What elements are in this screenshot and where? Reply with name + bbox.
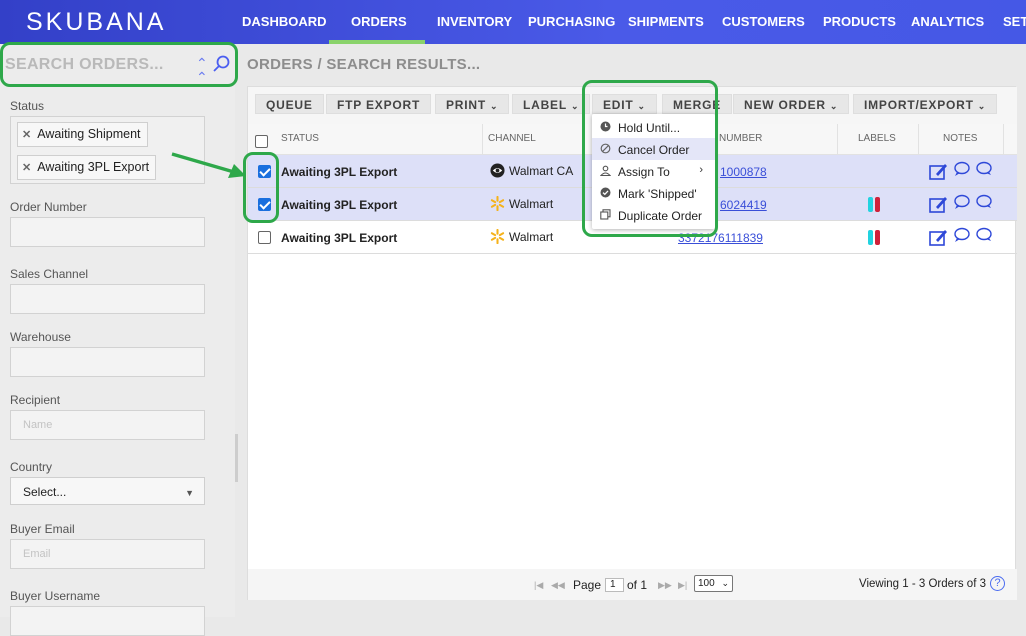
breadcrumb: ORDERS / SEARCH RESULTS... — [247, 56, 481, 73]
walmart-spark-icon — [490, 196, 505, 211]
recipient-label: Recipient — [10, 393, 61, 407]
status-label: Status — [10, 99, 45, 113]
skubana-logo[interactable]: SKUBANA — [26, 8, 166, 37]
order-channel: Walmart — [490, 196, 553, 211]
per-page-select[interactable]: 100 ⌄ — [694, 575, 733, 592]
pagination-bar: |◀ ◀◀ Page 1 of 1 ▶▶ ▶| 100 ⌄ Viewing 1 -… — [248, 569, 1017, 600]
prev-page-icon[interactable]: ◀◀ — [551, 580, 565, 591]
edit-menu-highlight-box — [582, 80, 718, 237]
remove-tag-icon[interactable]: ✕ — [22, 129, 31, 141]
page-input[interactable]: 1 — [605, 578, 624, 592]
order-channel: Walmart CA — [490, 163, 573, 178]
recipient-field[interactable]: Name — [10, 410, 205, 440]
chevron-down-icon: ⌄ — [977, 101, 987, 111]
buyer-username-label: Buyer Username — [10, 589, 101, 603]
last-page-icon[interactable]: ▶| — [678, 580, 687, 591]
nav-shipments[interactable]: SHIPMENTS — [628, 14, 704, 29]
nav-products[interactable]: PRODUCTS — [823, 14, 896, 29]
select-all-checkbox[interactable] — [255, 135, 268, 148]
page-label: Page — [573, 578, 602, 592]
active-tab-underline — [329, 40, 425, 44]
nav-inventory[interactable]: INVENTORY — [437, 14, 512, 29]
walmart-ca-icon — [490, 163, 505, 178]
col-labels[interactable]: LABELS — [858, 133, 896, 144]
top-nav: SKUBANA DASHBOARD ORDERS INVENTORY PURCH… — [0, 0, 1026, 44]
order-number-link[interactable]: 6024419 — [720, 198, 767, 212]
order-labels[interactable] — [868, 197, 882, 212]
row-checkbox[interactable] — [258, 231, 271, 244]
annotation-arrow-icon — [171, 152, 246, 178]
col-notes[interactable]: NOTES — [943, 133, 977, 144]
notes-icons[interactable] — [929, 161, 999, 181]
help-icon[interactable]: ? — [990, 576, 1005, 591]
print-button[interactable]: PRINT ⌄ — [435, 94, 510, 114]
buyer-email-label: Buyer Email — [10, 522, 75, 536]
sales-channel-label: Sales Channel — [10, 267, 89, 281]
col-status[interactable]: STATUS — [281, 133, 319, 144]
remove-tag-icon[interactable]: ✕ — [22, 162, 31, 174]
first-page-icon[interactable]: |◀ — [534, 580, 543, 591]
order-status: Awaiting 3PL Export — [281, 231, 398, 245]
nav-customers[interactable]: CUSTOMERS — [722, 14, 805, 29]
order-status: Awaiting 3PL Export — [281, 165, 398, 179]
chevron-down-icon: ⌄ — [490, 101, 499, 111]
status-tag-awaiting-shipment[interactable]: ✕ Awaiting Shipment — [17, 122, 148, 147]
order-number-field[interactable] — [10, 217, 205, 247]
ftp-export-button[interactable]: FTP EXPORT — [326, 94, 432, 114]
nav-settings[interactable]: SET — [1003, 14, 1026, 29]
chevron-down-icon: ⌄ — [829, 101, 839, 111]
viewing-count: Viewing 1 - 3 Orders of 3 — [859, 578, 986, 590]
search-highlight-box — [0, 42, 238, 87]
warehouse-label: Warehouse — [10, 330, 71, 344]
order-number-link[interactable]: 1000878 — [720, 165, 767, 179]
new-order-button[interactable]: NEW ORDER ⌄ — [733, 94, 850, 114]
walmart-spark-icon — [490, 229, 505, 244]
chevron-down-icon: ⌄ — [571, 101, 580, 111]
nav-dashboard[interactable]: DASHBOARD — [242, 14, 327, 29]
order-channel: Walmart — [490, 229, 553, 244]
country-label: Country — [10, 460, 53, 474]
nav-orders[interactable]: ORDERS — [351, 14, 407, 29]
chevron-down-icon: ⌄ — [721, 578, 729, 588]
notes-icons[interactable] — [929, 227, 999, 247]
col-channel[interactable]: CHANNEL — [488, 133, 536, 144]
queue-button[interactable]: QUEUE — [255, 94, 324, 114]
buyer-email-field[interactable]: Email — [10, 539, 205, 569]
status-tag-awaiting-3pl[interactable]: ✕ Awaiting 3PL Export — [17, 155, 157, 180]
notes-icons[interactable] — [929, 194, 999, 214]
warehouse-field[interactable] — [10, 347, 205, 377]
nav-purchasing[interactable]: PURCHASING — [528, 14, 615, 29]
sales-channel-field[interactable] — [10, 284, 205, 314]
order-number-label: Order Number — [10, 200, 87, 214]
next-page-icon[interactable]: ▶▶ — [658, 580, 672, 591]
buyer-username-field[interactable] — [10, 606, 205, 636]
country-select[interactable]: Select... ▼ — [10, 477, 205, 505]
col-number[interactable]: NUMBER — [719, 133, 762, 144]
sidebar-resize-handle[interactable] — [235, 434, 238, 482]
chevron-down-icon: ▼ — [185, 488, 194, 498]
order-status: Awaiting 3PL Export — [281, 198, 398, 212]
label-button[interactable]: LABEL ⌄ — [512, 94, 591, 114]
import-export-button[interactable]: IMPORT/EXPORT ⌄ — [853, 94, 998, 114]
nav-analytics[interactable]: ANALYTICS — [911, 14, 984, 29]
order-labels[interactable] — [868, 230, 882, 245]
page-of-label: of 1 — [627, 578, 648, 592]
